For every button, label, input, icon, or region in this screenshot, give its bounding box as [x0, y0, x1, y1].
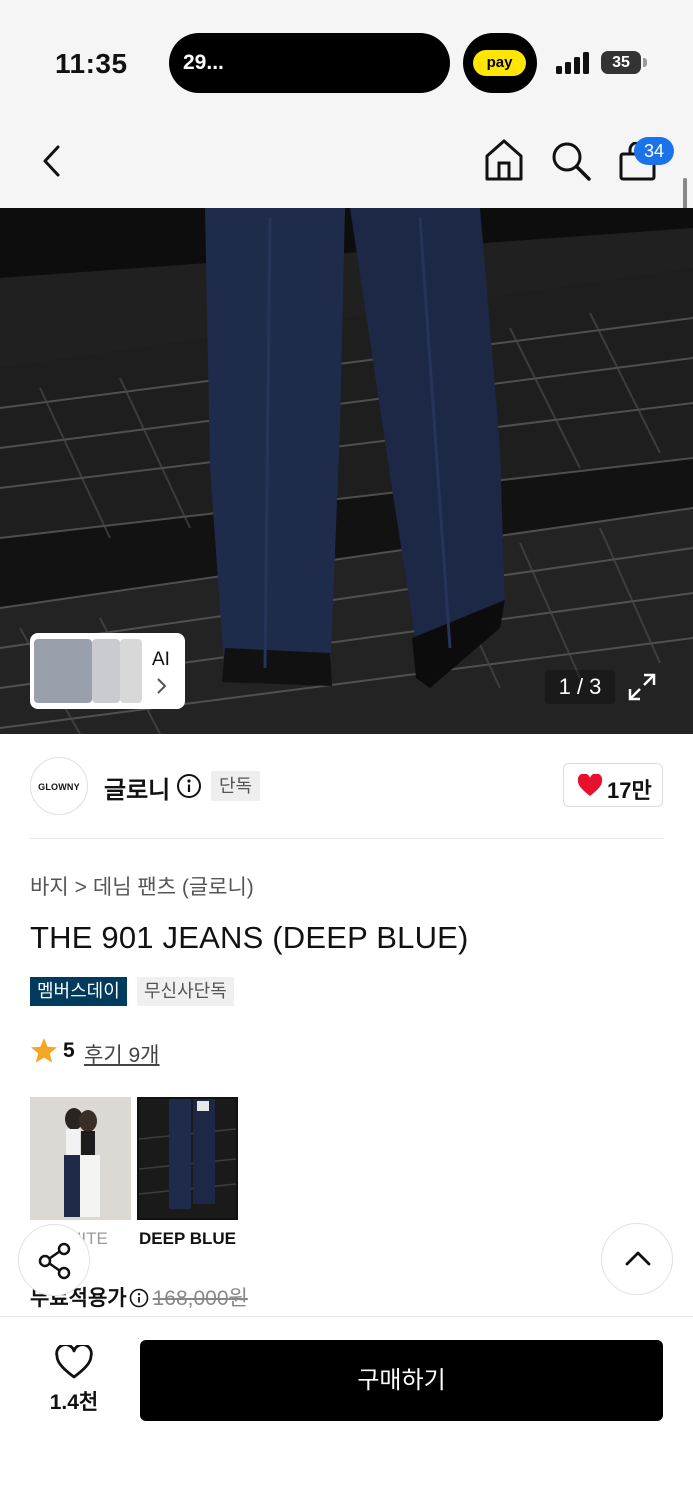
chevron-right-icon: [157, 678, 167, 694]
image-pager: 1 / 3: [545, 670, 615, 704]
product-title: THE 901 JEANS (DEEP BLUE): [30, 920, 469, 955]
color-label-deep-blue: DEEP BLUE: [139, 1229, 236, 1248]
price-info-icon[interactable]: [129, 1288, 149, 1308]
expand-icon[interactable]: [627, 672, 657, 702]
swatch-photo-deep-blue: [139, 1099, 236, 1218]
review-link[interactable]: 후기 9개: [84, 1039, 159, 1069]
status-bar: 11:35 29... pay 35: [0, 0, 693, 118]
back-icon[interactable]: [38, 143, 68, 179]
breadcrumb-category[interactable]: 바지: [30, 876, 69, 899]
share-button[interactable]: [18, 1224, 90, 1296]
divider: [30, 838, 663, 839]
breadcrumb: 바지 > 데님 팬츠 (글로니): [30, 871, 254, 901]
brand-logo[interactable]: GLOWNY: [30, 757, 88, 815]
brand-like-count: 17만: [607, 778, 652, 803]
star-icon: [31, 1038, 57, 1063]
status-time: 11:35: [55, 48, 128, 79]
members-day-tag: 멤버스데이: [30, 977, 127, 1006]
dynamic-island: 29...: [169, 33, 450, 93]
chevron-up-icon: [625, 1251, 651, 1266]
battery-icon: 35: [601, 51, 641, 74]
ai-styling-card[interactable]: AI: [30, 633, 185, 709]
signal-icon: [556, 52, 589, 74]
home-icon[interactable]: [484, 138, 524, 182]
scroll-top-button[interactable]: [601, 1223, 673, 1295]
ai-thumb-2: [92, 639, 120, 703]
price-original: 168,000원: [152, 1287, 248, 1310]
island-text: 29...: [183, 51, 224, 74]
heart-filled-icon: [577, 774, 603, 796]
exclusive-tag: 단독: [211, 771, 261, 801]
buy-button[interactable]: 구매하기: [140, 1340, 663, 1421]
breadcrumb-subcategory[interactable]: 데님 팬츠 (글로니): [93, 876, 254, 899]
ai-thumb-1: [34, 639, 92, 703]
pay-indicator: pay: [463, 33, 537, 93]
search-icon[interactable]: [550, 140, 592, 182]
battery-nub: [643, 58, 647, 67]
pay-badge: pay: [473, 50, 526, 76]
color-swatch-white[interactable]: [30, 1097, 131, 1220]
rating-value: 5: [63, 1039, 75, 1062]
brand-name[interactable]: 글로니: [104, 770, 170, 805]
heart-outline-icon[interactable]: [54, 1345, 94, 1381]
musinsa-exclusive-tag: 무신사단독: [137, 977, 234, 1006]
ai-label: AI: [152, 649, 170, 670]
breadcrumb-separator: >: [74, 876, 87, 899]
ai-thumb-3: [120, 639, 142, 703]
brand-like-button[interactable]: 17만: [563, 763, 663, 807]
wish-count: 1.4천: [49, 1391, 99, 1414]
swatch-photo-white: [30, 1097, 131, 1220]
color-swatch-deep-blue[interactable]: [137, 1097, 238, 1220]
cart-count-badge[interactable]: 34: [634, 137, 674, 165]
share-icon: [38, 1242, 71, 1280]
info-icon[interactable]: [176, 773, 202, 799]
